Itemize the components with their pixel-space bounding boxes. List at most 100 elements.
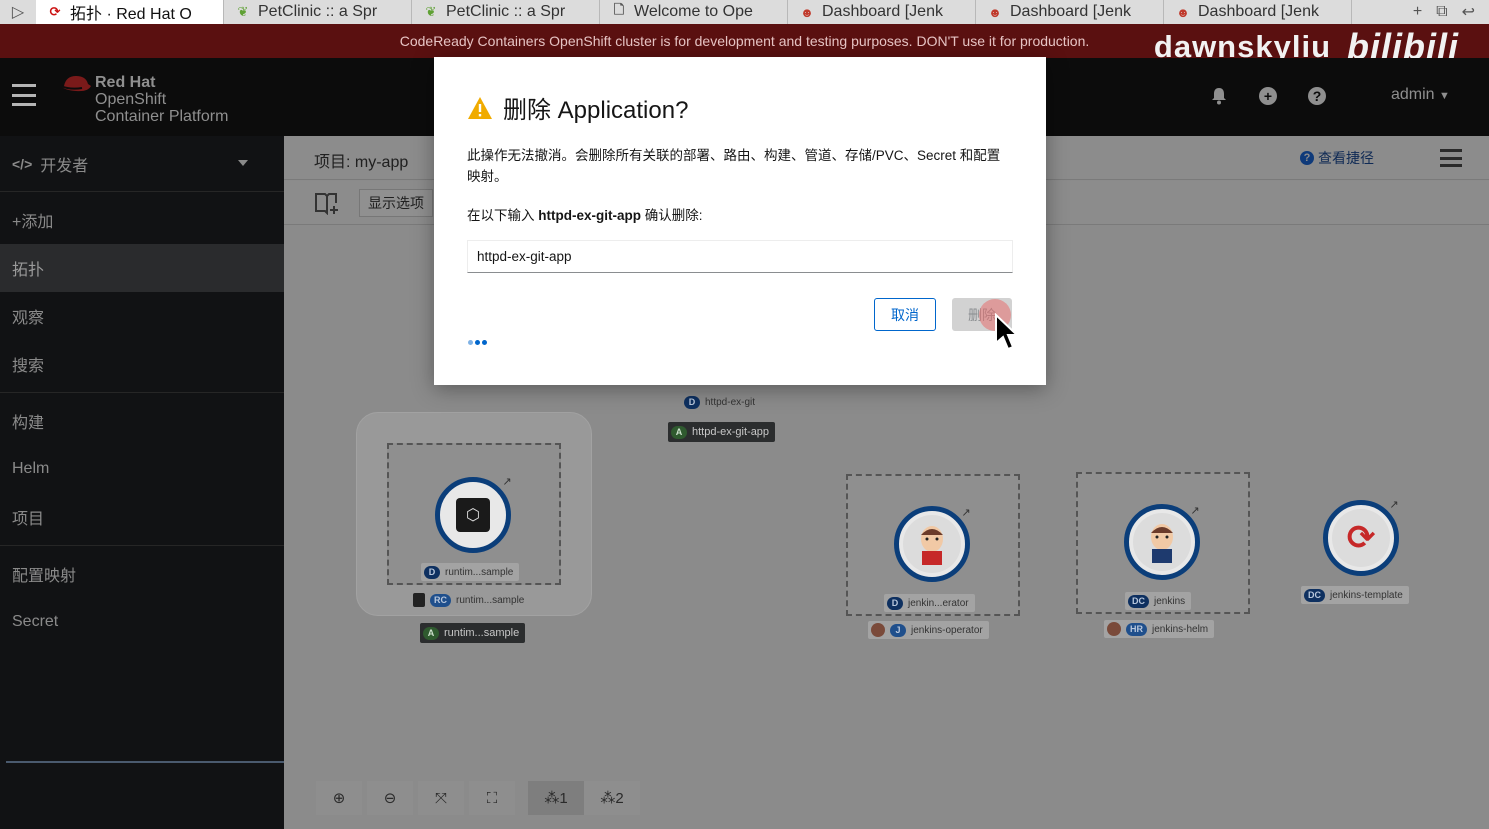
modal-description: 此操作无法撤消。会删除所有关联的部署、路由、构建、管道、存储/PVC、Secre… xyxy=(467,148,1001,184)
zoom-in-icon[interactable]: ⊕ xyxy=(316,781,362,815)
tab-label: PetClinic :: a Spr xyxy=(446,3,566,20)
sidebar-item-search[interactable]: 搜索 xyxy=(0,340,284,388)
warning-icon xyxy=(468,96,492,119)
application-label[interactable]: A runtim...sample xyxy=(420,623,526,643)
cancel-button[interactable]: 取消 xyxy=(874,298,936,331)
node-label: DC jenkins xyxy=(1125,592,1192,610)
kind-badge: HR xyxy=(1126,622,1147,636)
help-icon[interactable]: ? xyxy=(1308,87,1326,105)
bell-icon[interactable] xyxy=(1210,87,1228,105)
node-name: jenkins xyxy=(1154,595,1186,607)
kind-badge: A xyxy=(423,626,439,640)
node-name: jenkins-template xyxy=(1330,589,1403,601)
hamburger-menu-icon[interactable] xyxy=(12,84,36,106)
caret-down-icon xyxy=(238,160,248,166)
browser-tab[interactable]: ❦ PetClinic :: a Spr xyxy=(224,0,412,24)
node-label: DC jenkins-template xyxy=(1301,586,1409,604)
username: admin xyxy=(1391,86,1435,103)
sidebar-item-secrets[interactable]: Secret xyxy=(0,598,284,646)
node-name: runtim...sample xyxy=(445,566,514,578)
tab-label: Dashboard [Jenk xyxy=(1198,3,1319,20)
display-options-dropdown[interactable]: 显示选项 xyxy=(359,189,433,217)
app-name: runtim...sample xyxy=(444,627,520,639)
project-selector[interactable]: 项目: my-app xyxy=(314,148,408,172)
spring-icon: ❦ xyxy=(425,4,437,19)
application-label[interactable]: A httpd-ex-git-app xyxy=(668,422,776,442)
external-link-icon[interactable]: ↗ xyxy=(959,505,973,519)
undo-close-icon[interactable]: ↩ xyxy=(1462,2,1475,22)
brand-line-1: Red Hat xyxy=(95,74,156,91)
sidebar-item-helm[interactable]: Helm xyxy=(0,445,284,493)
browser-tab-strip: ▷ ⟳ 拓扑 · Red Hat O ❦ PetClinic :: a Spr … xyxy=(0,0,1489,24)
browser-actions: + ⧉ ↩ xyxy=(1399,0,1489,24)
node-name: jenkins-operator xyxy=(911,624,983,636)
kind-badge: RC xyxy=(430,593,451,607)
browser-tab[interactable]: ⟳ 拓扑 · Red Hat O xyxy=(36,0,224,24)
fit-to-screen-icon[interactable]: ⤧ xyxy=(418,781,464,815)
book-add-icon[interactable] xyxy=(314,191,342,216)
layout-2-button[interactable]: ⁂ 2 xyxy=(584,781,640,815)
browser-tab[interactable]: ☻ Dashboard [Jenk xyxy=(1164,0,1352,24)
tab-label: PetClinic :: a Spr xyxy=(258,3,378,20)
jenkins-icon xyxy=(903,515,961,573)
tab-overview-icon[interactable]: ⧉ xyxy=(1436,3,1447,21)
layout-2-label: 2 xyxy=(615,789,624,807)
sidebar-item-builds[interactable]: 构建 xyxy=(0,397,284,445)
deploymentconfig-node[interactable]: ⟳ xyxy=(1323,500,1399,576)
browser-tab[interactable]: ☻ Dashboard [Jenk xyxy=(976,0,1164,24)
openshift-sync-icon: ⟳ xyxy=(1332,509,1390,567)
perspective-switcher[interactable]: </> 开发者 xyxy=(0,136,284,192)
openshift-icon: ⟳ xyxy=(49,4,61,19)
kind-badge: J xyxy=(890,623,906,637)
sidebar-item-observe[interactable]: 观察 xyxy=(0,292,284,340)
browser-tab[interactable]: 🗋 Welcome to Ope xyxy=(600,0,788,24)
external-link-icon[interactable]: ↗ xyxy=(500,474,514,488)
browser-tab[interactable]: ☻ Dashboard [Jenk xyxy=(788,0,976,24)
plus-circle-icon[interactable]: + xyxy=(1259,87,1277,105)
external-link-icon[interactable]: ↗ xyxy=(1188,503,1202,517)
modal-title: 删除 Application? xyxy=(467,90,688,125)
sidebar-item-topology[interactable]: 拓扑 xyxy=(0,244,284,292)
browser-tab[interactable]: ❦ PetClinic :: a Spr xyxy=(412,0,600,24)
confirm-app-name: httpd-ex-git-app xyxy=(538,208,641,223)
layout-1-button[interactable]: ⁂ 1 xyxy=(528,781,584,815)
divider xyxy=(0,545,284,546)
user-menu[interactable]: admin ▼ xyxy=(1391,86,1450,104)
jenkins-icon xyxy=(1133,513,1191,571)
sidebar-item-configmaps[interactable]: 配置映射 xyxy=(0,550,284,598)
sidebar-item-project[interactable]: 项目 xyxy=(0,493,284,541)
sidebar-toggle-icon[interactable]: ▷ xyxy=(0,0,36,24)
reset-view-icon[interactable]: ⛶ xyxy=(469,781,515,815)
spring-icon: ❦ xyxy=(237,4,249,19)
jenkins-icon: ☻ xyxy=(988,4,1002,20)
node-label: D runtim...sample xyxy=(421,563,520,581)
redhat-hat-icon xyxy=(60,76,91,92)
divider xyxy=(0,392,284,393)
confirm-name-input[interactable]: httpd-ex-git-app xyxy=(467,240,1013,273)
deployment-node[interactable]: ⬡ xyxy=(435,477,511,553)
replication-controller-label: RC runtim...sample xyxy=(410,591,530,609)
page-icon: 🗋 xyxy=(613,2,625,17)
tab-label: Dashboard [Jenk xyxy=(1010,3,1131,20)
modal-title-text: 删除 Application? xyxy=(503,97,689,124)
list-view-icon[interactable] xyxy=(1440,149,1462,167)
view-shortcuts-link[interactable]: ? 查看捷径 xyxy=(1300,148,1374,168)
confirm-instructions: 在以下输入 httpd-ex-git-app 确认删除: xyxy=(467,204,703,224)
zoom-out-icon[interactable]: ⊖ xyxy=(367,781,413,815)
code-icon: </> xyxy=(12,155,33,172)
node-name: jenkin...erator xyxy=(908,597,969,609)
node-label: D jenkin...erator xyxy=(884,594,975,612)
kind-badge: D xyxy=(887,596,903,610)
tab-label: Dashboard [Jenk xyxy=(822,3,943,20)
kind-badge: A xyxy=(671,425,687,439)
tab-label: Welcome to Ope xyxy=(634,3,753,20)
new-tab-icon[interactable]: + xyxy=(1413,3,1422,21)
jenkins-icon: ☻ xyxy=(800,4,814,20)
sidebar-item-add[interactable]: +添加 xyxy=(0,196,284,244)
external-link-icon[interactable]: ↗ xyxy=(1387,497,1401,511)
layout-1-label: 1 xyxy=(559,789,568,807)
mouse-cursor-icon xyxy=(995,313,1020,351)
banner-text: CodeReady Containers OpenShift cluster i… xyxy=(399,33,1090,49)
container-icon xyxy=(413,593,425,607)
brand-line-2: OpenShift xyxy=(95,91,167,108)
